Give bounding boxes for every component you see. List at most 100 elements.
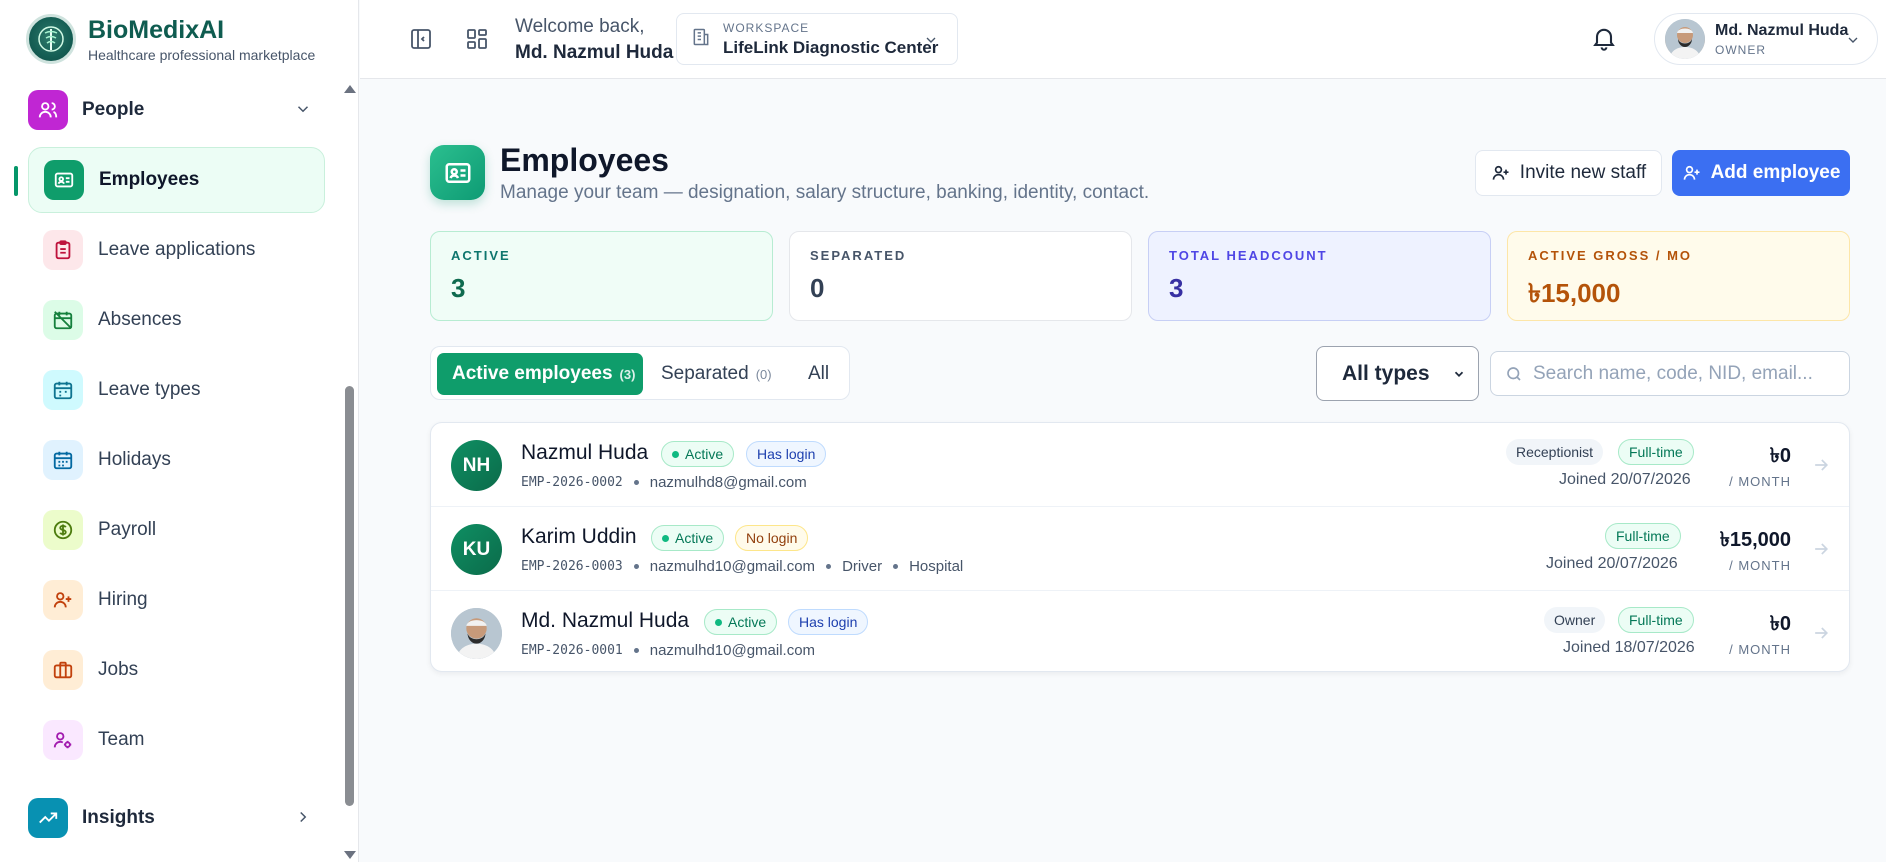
active-indicator (14, 166, 18, 196)
stat-card-separated: SEPARATED 0 (789, 231, 1132, 321)
status-badge: Active (704, 609, 778, 635)
chevron-down-icon (923, 32, 939, 53)
sidebar-item-leave-types[interactable]: Leave types (28, 357, 325, 423)
id-card-icon (430, 145, 485, 200)
tab-active-employees[interactable]: Active employees (3) (437, 353, 643, 395)
apps-grid-button[interactable] (462, 24, 492, 54)
sidebar-group-insights[interactable]: Insights (28, 798, 318, 838)
salary-period: / MONTH (1729, 642, 1791, 657)
separator-dot (633, 480, 639, 485)
employee-row[interactable]: NH Nazmul Huda Active Has login EMP-2026… (431, 423, 1849, 507)
search-input[interactable] (1533, 362, 1833, 385)
sidebar-item-hiring[interactable]: Hiring (28, 567, 325, 633)
stat-label: TOTAL HEADCOUNT (1169, 248, 1328, 263)
salary-amount: ৳0 (1769, 445, 1791, 467)
scrollbar-thumb[interactable] (345, 386, 354, 806)
collapse-sidebar-button[interactable] (406, 24, 436, 54)
role-badge: Owner (1544, 607, 1606, 633)
sidebar-item-label: Jobs (98, 659, 139, 680)
invite-staff-button[interactable]: Invite new staff (1475, 150, 1662, 196)
brand[interactable]: BioMedixAI Healthcare professional marke… (26, 14, 315, 64)
joined-date: Joined 20/07/2026 (1546, 555, 1678, 572)
stat-card-active: ACTIVE 3 (430, 231, 773, 321)
employee-avatar (451, 608, 502, 659)
workspace-kicker: WORKSPACE (723, 20, 810, 35)
sidebar-item-label: Employees (99, 169, 200, 190)
tab-all[interactable]: All (808, 353, 829, 395)
employee-row[interactable]: KU Karim Uddin Active No login EMP-2026-… (431, 507, 1849, 591)
search-box[interactable] (1490, 351, 1850, 396)
user-avatar (1665, 19, 1705, 59)
sidebar-item-team[interactable]: Team (28, 707, 325, 773)
salary-amount: ৳0 (1769, 613, 1791, 635)
sidebar-item-label: Payroll (98, 519, 157, 540)
arrow-right-icon (1811, 539, 1831, 564)
tab-label: All (808, 363, 830, 384)
sidebar-group-label: Insights (82, 807, 155, 828)
employee-name: Md. Nazmul Huda (521, 609, 690, 632)
user-name: Md. Nazmul Huda (1715, 21, 1849, 39)
brand-name: BioMedixAI (88, 15, 225, 44)
topbar: Welcome back, Md. Nazmul Huda WORKSPACE … (360, 0, 1886, 79)
separator-dot (826, 564, 832, 569)
sidebar-item-jobs[interactable]: Jobs (28, 637, 325, 703)
sidebar-item-absences[interactable]: Absences (28, 287, 325, 353)
employee-meta: EMP-2026-0001 nazmulhd10@gmail.com (521, 642, 815, 659)
stat-label: ACTIVE (451, 248, 511, 263)
sidebar-item-label: Holidays (98, 449, 171, 470)
status-badge-label: Active (675, 530, 714, 546)
page-subtitle: Manage your team — designation, salary s… (500, 182, 1150, 203)
employee-code: EMP-2026-0003 (521, 559, 623, 574)
chevron-right-icon (294, 808, 312, 831)
scroll-down-arrow-icon[interactable] (344, 851, 356, 859)
add-employee-label: Add employee (1710, 162, 1841, 183)
sidebar-item-employees[interactable]: Employees (28, 147, 325, 213)
status-dot-icon (715, 618, 722, 626)
sidebar: BioMedixAI Healthcare professional marke… (0, 0, 359, 862)
invite-staff-label: Invite new staff (1519, 162, 1647, 183)
status-tabs: Active employees (3) Separated (0) All (430, 346, 850, 400)
employment-type-badge: Full-time (1605, 523, 1681, 549)
add-employee-button[interactable]: Add employee (1672, 150, 1850, 196)
notifications-bell-icon[interactable] (1590, 24, 1618, 57)
employee-email: nazmulhd10@gmail.com (649, 642, 816, 659)
employee-avatar: NH (451, 440, 502, 491)
employee-designation: Driver (842, 558, 883, 575)
sidebar-item-payroll[interactable]: Payroll (28, 497, 325, 563)
employee-email: nazmulhd8@gmail.com (649, 474, 807, 491)
calendar-days-icon (43, 440, 83, 480)
sidebar-item-holidays[interactable]: Holidays (28, 427, 325, 493)
stat-label: ACTIVE GROSS / MO (1528, 248, 1693, 263)
workspace-name: LifeLink Diagnostic Center (723, 37, 939, 57)
dollar-circle-icon (43, 510, 83, 550)
sidebar-item-label: Hiring (98, 589, 148, 610)
scroll-up-arrow-icon[interactable] (344, 85, 356, 93)
employee-name: Karim Uddin (521, 525, 637, 548)
user-gear-icon (43, 720, 83, 760)
employment-type-select[interactable]: All types (1316, 346, 1479, 401)
status-badge-label: Active (728, 614, 767, 630)
tab-label: Active employees (452, 363, 613, 384)
status-badge: Active (651, 525, 725, 551)
salary-period: / MONTH (1729, 558, 1791, 573)
sidebar-group-people[interactable]: People (28, 90, 318, 130)
tab-separated[interactable]: Separated (0) (661, 353, 772, 395)
chevron-down-icon (1845, 32, 1861, 53)
sidebar-item-leave-applications[interactable]: Leave applications (28, 217, 325, 283)
briefcase-icon (43, 650, 83, 690)
chevron-down-icon (294, 100, 312, 123)
employee-list: NH Nazmul Huda Active Has login EMP-2026… (430, 422, 1850, 672)
user-role: OWNER (1715, 42, 1766, 57)
sidebar-item-label: Leave types (98, 379, 201, 400)
salary-amount: ৳15,000 (1719, 529, 1791, 551)
sidebar-item-label: Absences (98, 309, 182, 330)
employee-row[interactable]: Md. Nazmul Huda Active Has login EMP-202… (431, 591, 1849, 671)
joined-date: Joined 20/07/2026 (1559, 471, 1691, 488)
arrow-right-icon (1811, 623, 1831, 648)
trending-up-icon (28, 798, 68, 838)
sidebar-scrollbar[interactable] (343, 80, 357, 862)
user-menu[interactable]: Md. Nazmul Huda OWNER (1654, 13, 1878, 65)
salary-period: / MONTH (1729, 474, 1791, 489)
sidebar-nav: People Employees Leave applications Abse… (0, 80, 359, 862)
workspace-switcher[interactable]: WORKSPACE LifeLink Diagnostic Center (676, 13, 958, 65)
